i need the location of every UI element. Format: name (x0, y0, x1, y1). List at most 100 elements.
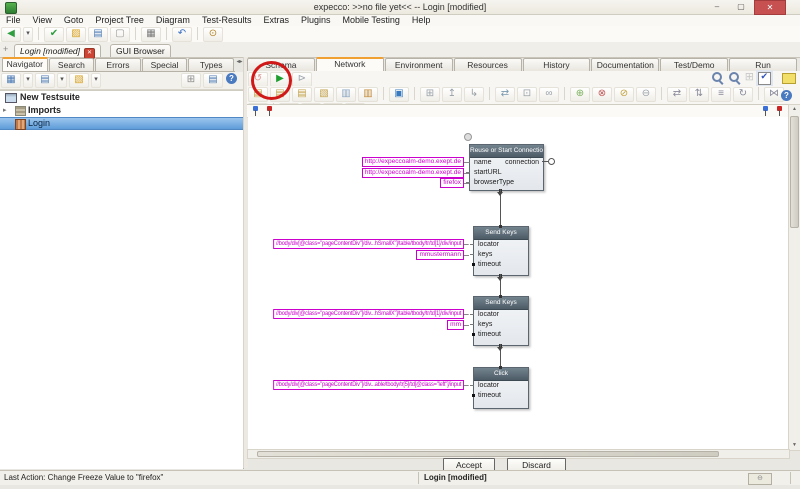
tab-navigator[interactable]: Navigator (2, 57, 48, 71)
tab-login[interactable]: Login [modified]✕ (14, 44, 101, 57)
freeze-value-locator[interactable]: //body/div[@class="pageContentDiv"]/div.… (273, 309, 464, 319)
caret-down-icon[interactable]: ▾ (57, 73, 67, 88)
undo-icon[interactable]: ↶ (172, 27, 192, 42)
step-icon[interactable]: ⊳ (292, 72, 312, 87)
help-icon[interactable]: ? (781, 90, 792, 101)
note-icon[interactable] (782, 73, 796, 84)
page-shade-icon[interactable]: ▧ (314, 87, 334, 102)
status-resize-icon[interactable]: ⊖ (748, 473, 772, 485)
print-icon[interactable]: ▦ (141, 27, 161, 42)
network-canvas[interactable]: Reuse or Start Connection nameconnection… (248, 117, 788, 449)
zoom-in-icon[interactable] (728, 71, 741, 84)
node-send-keys-2[interactable]: Send Keys locator keys timeout (473, 296, 529, 346)
node-input-starturl[interactable]: startURL (474, 169, 502, 176)
new-document-icon[interactable]: ▢ (110, 27, 130, 42)
back-dropdown-caret-icon[interactable]: ▾ (23, 27, 33, 42)
tab-environment[interactable]: Environment (385, 58, 453, 71)
palette-icon[interactable]: ▣ (389, 87, 409, 102)
move-up-icon[interactable]: ↥ (442, 87, 462, 102)
pin-red-icon[interactable] (776, 106, 783, 116)
tab-run[interactable]: Run (729, 58, 797, 71)
vertical-scrollbar[interactable]: ▲ ▼ (788, 104, 800, 451)
help-icon[interactable]: ? (226, 73, 237, 84)
scroll-down-icon[interactable]: ▼ (789, 441, 800, 450)
node-output-connection[interactable]: connection (505, 158, 539, 168)
copy-window-icon[interactable]: ⊞ (181, 73, 201, 88)
swap-vertical-icon[interactable]: ⇅ (689, 87, 709, 102)
freeze-value-starturl[interactable]: http://expeccoalm-demo.exept.de (362, 168, 464, 178)
tree-item-imports[interactable]: ▸ Imports (0, 104, 243, 117)
link-icon[interactable]: ∞ (539, 87, 559, 102)
menu-item-file[interactable]: File (0, 15, 27, 26)
tab-test-demo[interactable]: Test/Demo (660, 58, 728, 71)
input-pin[interactable] (499, 225, 502, 228)
new-folder-icon[interactable]: ▧ (69, 73, 89, 88)
menu-item-diagram[interactable]: Diagram (150, 15, 196, 26)
branch-icon[interactable]: ↳ (464, 87, 484, 102)
tab-gui-browser[interactable]: GUI Browser (110, 44, 171, 57)
node-input-keys[interactable]: keys (478, 251, 492, 258)
tree-mode-icon[interactable]: ▤ (35, 73, 55, 88)
new-connection-icon[interactable]: ⇄ (495, 87, 515, 102)
node-reuse-or-start-connection[interactable]: Reuse or Start Connection nameconnection… (469, 144, 544, 191)
caret-down-icon[interactable]: ▾ (91, 73, 101, 88)
resize-step-icon[interactable]: ⊡ (517, 87, 537, 102)
pin-blue-icon[interactable] (252, 106, 259, 116)
add-step-icon[interactable]: ⊞ (420, 87, 440, 102)
tab-network[interactable]: Network (316, 57, 384, 71)
node-input-locator[interactable]: locator (478, 382, 499, 389)
scrollbar-thumb[interactable] (790, 116, 799, 228)
back-icon[interactable]: ◀ (1, 27, 21, 42)
open-file-icon[interactable]: ▨ (66, 27, 86, 42)
tab-history[interactable]: History (523, 58, 591, 71)
node-input-timeout[interactable]: timeout (478, 331, 501, 338)
node-input-keys[interactable]: keys (478, 321, 492, 328)
freeze-value-keys[interactable]: mmustermann (416, 250, 464, 260)
tab-special[interactable]: Special (142, 58, 188, 71)
maximize-button[interactable]: ▢ (730, 0, 752, 13)
tab-documentation[interactable]: Documentation (591, 58, 659, 71)
node-input-timeout[interactable]: timeout (478, 261, 501, 268)
auto-layout-checkbox[interactable]: ✔ (758, 72, 771, 85)
add-tab-icon[interactable]: + (3, 45, 12, 54)
copy-page-icon[interactable]: ▤ (292, 87, 312, 102)
input-pin[interactable] (499, 366, 502, 369)
node-input-browsertype[interactable]: browserType (474, 179, 514, 186)
freeze-value-keys[interactable]: mm (447, 320, 464, 330)
caret-down-icon[interactable]: ▾ (23, 73, 33, 88)
close-button[interactable]: ✕ (754, 0, 786, 15)
pin-gray-icon[interactable]: ⊖ (636, 87, 656, 102)
tree-item-login[interactable]: Login (0, 117, 243, 130)
node-input-name[interactable]: name (474, 159, 492, 166)
tab-types[interactable]: Types (188, 58, 234, 71)
pin-red-icon[interactable]: ⊗ (592, 87, 612, 102)
settings-history-icon[interactable]: ⊙ (203, 27, 223, 42)
tab-resources[interactable]: Resources (454, 58, 522, 71)
freeze-value-browsertype[interactable]: firefox (440, 178, 464, 188)
menu-item-extras[interactable]: Extras (257, 15, 295, 26)
menu-item-help[interactable]: Help (406, 15, 437, 26)
node-send-keys-1[interactable]: Send Keys locator keys timeout (473, 226, 529, 276)
node-click[interactable]: Click locator timeout (473, 367, 529, 409)
freeze-value-locator[interactable]: //body/div[@class="pageContentDiv"]/div.… (273, 239, 464, 249)
menu-item-view[interactable]: View (27, 15, 58, 26)
pin-green-icon[interactable]: ⊕ (570, 87, 590, 102)
zoom-out-icon[interactable] (711, 71, 724, 84)
input-pin[interactable] (499, 295, 502, 298)
freeze-value-name[interactable]: http://expeccoalm-demo.exept.de (362, 157, 464, 167)
gear-icon[interactable] (464, 133, 472, 141)
accept-document-icon[interactable]: ✔ (44, 27, 64, 42)
node-input-timeout[interactable]: timeout (478, 392, 501, 399)
connection-pin-icon[interactable] (548, 158, 555, 165)
stack-icon[interactable]: ≡ (711, 87, 731, 102)
menu-item-plugins[interactable]: Plugins (295, 15, 337, 26)
scrollbar-thumb[interactable] (257, 451, 719, 457)
page-props-icon[interactable]: ▥ (358, 87, 378, 102)
menu-item-test-results[interactable]: Test-Results (196, 15, 258, 26)
pin-yellow-icon[interactable]: ⊘ (614, 87, 634, 102)
swap-horizontal-icon[interactable]: ⇄ (667, 87, 687, 102)
tab-scroll-icon[interactable]: ◂▸ (236, 60, 243, 70)
freeze-value-locator[interactable]: //body/div[@class="pageContentDiv"]/div.… (273, 380, 464, 390)
menu-item-goto[interactable]: Goto (58, 15, 90, 26)
node-input-locator[interactable]: locator (478, 311, 499, 318)
